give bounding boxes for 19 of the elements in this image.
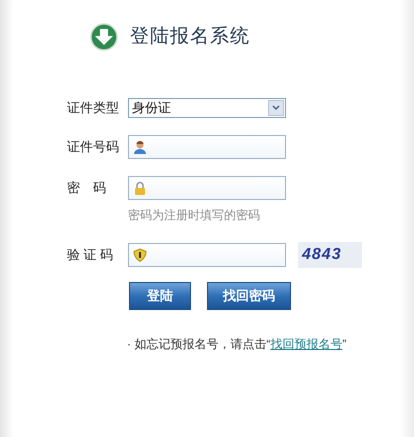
captcha-field[interactable] — [128, 243, 286, 267]
lock-icon — [133, 181, 147, 195]
field-label: 证件类型 — [67, 99, 120, 118]
forgot-number-note: · 如忘记预报名号，请点击“找回预报名号” — [127, 337, 346, 351]
field-label: 验 证 码 — [67, 246, 114, 264]
dropdown-caret-icon — [272, 105, 280, 111]
password-hint: 密码为注册时填写的密码 — [128, 207, 261, 224]
shield-icon — [133, 248, 147, 262]
id-type-select[interactable]: 身份证 — [128, 98, 286, 118]
password-field[interactable] — [128, 176, 286, 200]
id-number-field[interactable] — [128, 135, 286, 159]
recover-password-button[interactable]: 找回密码 — [207, 282, 291, 310]
person-icon — [133, 140, 147, 154]
recover-number-link[interactable]: 找回预报名号 — [270, 337, 342, 351]
field-label: 证件号码 — [67, 138, 120, 156]
field-label: 密 码 — [67, 179, 107, 198]
page-title: 登陆报名系统 — [130, 24, 250, 49]
login-button[interactable]: 登陆 — [129, 282, 191, 310]
captcha-code: 4843 — [302, 245, 342, 265]
